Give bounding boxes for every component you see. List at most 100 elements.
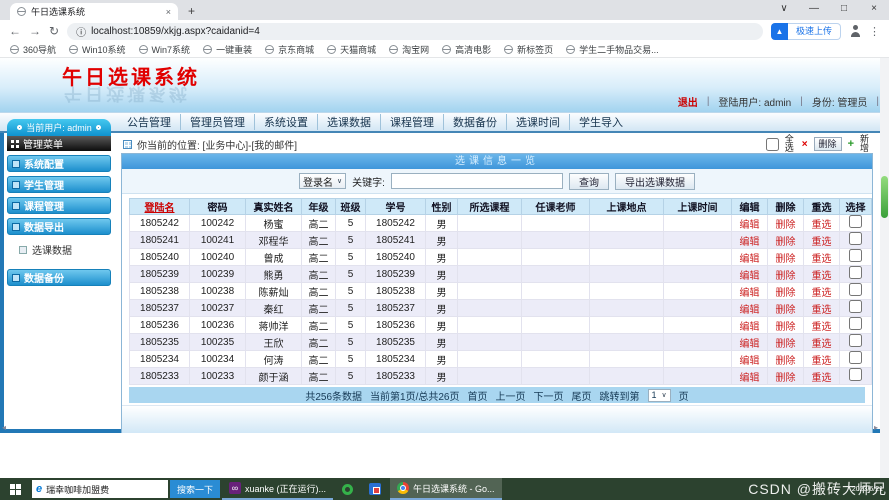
- taskbar-item-green-app[interactable]: [335, 478, 360, 500]
- row-edit-link[interactable]: 编辑: [740, 305, 760, 316]
- row-reselect-link[interactable]: 重选: [812, 237, 832, 248]
- row-reselect-link[interactable]: 重选: [812, 339, 832, 350]
- row-edit-link[interactable]: 编辑: [740, 237, 760, 248]
- bookmark-item[interactable]: 京东商城: [265, 43, 314, 56]
- bookmark-item[interactable]: 360导航: [10, 43, 56, 56]
- row-edit-link[interactable]: 编辑: [740, 356, 760, 367]
- hscroll-right-icon[interactable]: ▸: [874, 423, 878, 432]
- url-field[interactable]: ⓘ localhost:10859/xkjg.aspx?caidanid=4: [67, 23, 763, 40]
- row-reselect-link[interactable]: 重选: [812, 271, 832, 282]
- row-reselect-link[interactable]: 重选: [812, 305, 832, 316]
- row-select-checkbox[interactable]: [849, 249, 862, 262]
- row-reselect-link[interactable]: 重选: [812, 322, 832, 333]
- browser-menu-icon[interactable]: ⋮: [869, 25, 880, 38]
- taskbar-search-button[interactable]: 搜索一下: [170, 480, 220, 498]
- sidebar-subitem-xuankeshuju[interactable]: 选课数据: [7, 242, 111, 257]
- row-edit-link[interactable]: 编辑: [740, 373, 760, 384]
- bookmark-item[interactable]: 一键重装: [203, 43, 252, 56]
- sidebar-menu-button[interactable]: 系统配置: [7, 155, 111, 172]
- site-info-icon[interactable]: ⓘ: [76, 24, 86, 39]
- row-reselect-link[interactable]: 重选: [812, 373, 832, 384]
- bookmark-item[interactable]: 淘宝网: [389, 43, 429, 56]
- row-select-checkbox[interactable]: [849, 215, 862, 228]
- nav-item[interactable]: 选课数据: [317, 114, 380, 130]
- taskbar-item-screenshot[interactable]: [362, 478, 388, 500]
- select-all-checkbox[interactable]: [766, 138, 779, 151]
- window-close-button[interactable]: ×: [859, 0, 889, 20]
- nav-item[interactable]: 系统设置: [254, 114, 317, 130]
- row-delete-link[interactable]: 删除: [776, 305, 796, 316]
- row-delete-link[interactable]: 删除: [776, 288, 796, 299]
- row-select-checkbox[interactable]: [849, 266, 862, 279]
- sidebar-menu-button-backup[interactable]: 数据备份: [7, 269, 111, 286]
- field-select[interactable]: 登录名 ∨: [299, 173, 346, 189]
- sidebar-menu-button[interactable]: 课程管理: [7, 197, 111, 214]
- row-select-checkbox[interactable]: [849, 334, 862, 347]
- last-page-link[interactable]: 尾页: [572, 388, 592, 403]
- bookmark-item[interactable]: Win7系统: [139, 43, 191, 56]
- nav-item[interactable]: 学生导入: [569, 114, 632, 130]
- nav-item[interactable]: 数据备份: [443, 114, 506, 130]
- logout-link[interactable]: 退出: [678, 94, 698, 109]
- sidebar-menu-button[interactable]: 数据导出: [7, 218, 111, 235]
- next-page-link[interactable]: 下一页: [534, 388, 564, 403]
- prev-page-link[interactable]: 上一页: [496, 388, 526, 403]
- row-reselect-link[interactable]: 重选: [812, 254, 832, 265]
- page-jump-select[interactable]: 1 ∨: [648, 389, 671, 402]
- row-reselect-link[interactable]: 重选: [812, 356, 832, 367]
- row-edit-link[interactable]: 编辑: [740, 220, 760, 231]
- row-edit-link[interactable]: 编辑: [740, 271, 760, 282]
- row-select-checkbox[interactable]: [849, 317, 862, 330]
- row-delete-link[interactable]: 删除: [776, 322, 796, 333]
- delete-button[interactable]: 删除: [814, 137, 842, 151]
- export-button[interactable]: 导出选课数据: [615, 173, 695, 190]
- scrollbar-thumb[interactable]: [881, 176, 888, 218]
- nav-item[interactable]: 管理员管理: [180, 114, 254, 130]
- sort-loginname-link[interactable]: 登陆名: [145, 203, 175, 214]
- taskbar-item-visualstudio[interactable]: ∞ xuanke (正在运行)...: [222, 478, 333, 500]
- window-caret-icon[interactable]: ∨: [769, 0, 799, 20]
- row-delete-link[interactable]: 删除: [776, 237, 796, 248]
- row-reselect-link[interactable]: 重选: [812, 220, 832, 231]
- bookmark-item[interactable]: 新标签页: [504, 43, 553, 56]
- nav-item[interactable]: 公告管理: [118, 114, 180, 130]
- row-delete-link[interactable]: 删除: [776, 254, 796, 265]
- row-select-checkbox[interactable]: [849, 283, 862, 296]
- keyword-input[interactable]: [391, 173, 563, 189]
- row-select-checkbox[interactable]: [849, 232, 862, 245]
- sidebar-menu-button[interactable]: 学生管理: [7, 176, 111, 193]
- browser-tab[interactable]: 午日选课系统 ×: [10, 3, 178, 20]
- row-delete-link[interactable]: 删除: [776, 356, 796, 367]
- browser-scrollbar[interactable]: [880, 58, 889, 478]
- row-delete-link[interactable]: 删除: [776, 373, 796, 384]
- window-maximize-button[interactable]: □: [829, 0, 859, 20]
- start-button[interactable]: [0, 478, 30, 500]
- tab-close-icon[interactable]: ×: [166, 7, 171, 17]
- taskbar-search-box[interactable]: e 瑞幸咖啡加盟费: [32, 480, 168, 498]
- row-select-checkbox[interactable]: [849, 368, 862, 381]
- taskbar-item-chrome[interactable]: 午日选课系统 - Go...: [390, 478, 502, 500]
- nav-item[interactable]: 课程管理: [380, 114, 443, 130]
- forward-icon[interactable]: →: [29, 24, 41, 38]
- row-delete-link[interactable]: 删除: [776, 271, 796, 282]
- reload-icon[interactable]: ↻: [49, 24, 59, 38]
- row-edit-link[interactable]: 编辑: [740, 322, 760, 333]
- row-delete-link[interactable]: 删除: [776, 220, 796, 231]
- row-select-checkbox[interactable]: [849, 351, 862, 364]
- upload-extension[interactable]: ▲ 极速上传: [771, 23, 841, 40]
- profile-icon[interactable]: [849, 25, 861, 37]
- upload-button[interactable]: 极速上传: [788, 23, 841, 40]
- bookmark-item[interactable]: 高清电影: [442, 43, 491, 56]
- query-button[interactable]: 查询: [569, 173, 609, 190]
- nav-item[interactable]: 选课时间: [506, 114, 569, 130]
- window-minimize-button[interactable]: —: [799, 0, 829, 20]
- hscroll-left-icon[interactable]: ◂: [2, 423, 6, 432]
- bookmark-item[interactable]: 天猫商城: [327, 43, 376, 56]
- bookmark-item[interactable]: Win10系统: [69, 43, 126, 56]
- row-edit-link[interactable]: 编辑: [740, 339, 760, 350]
- row-edit-link[interactable]: 编辑: [740, 254, 760, 265]
- new-tab-button[interactable]: +: [178, 3, 205, 20]
- back-icon[interactable]: ←: [9, 24, 21, 38]
- row-select-checkbox[interactable]: [849, 300, 862, 313]
- row-edit-link[interactable]: 编辑: [740, 288, 760, 299]
